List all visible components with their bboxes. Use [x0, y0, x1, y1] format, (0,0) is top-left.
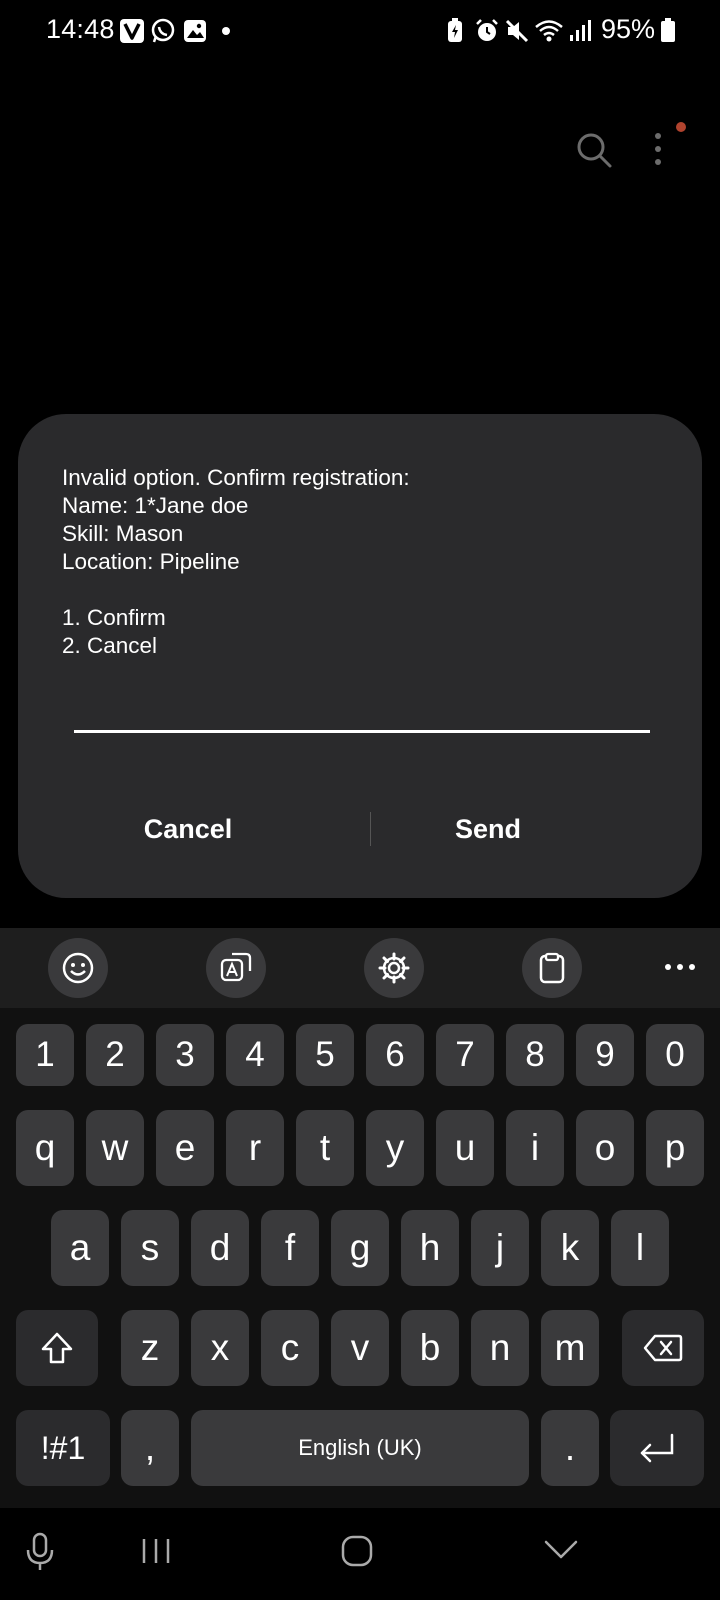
key-n[interactable]: n	[471, 1310, 529, 1386]
key-a[interactable]: a	[51, 1210, 109, 1286]
key-5[interactable]: 5	[296, 1024, 354, 1086]
key-j[interactable]: j	[471, 1210, 529, 1286]
space-key[interactable]: English (UK)	[191, 1410, 529, 1486]
more-options-icon[interactable]	[650, 130, 666, 170]
key-1[interactable]: 1	[16, 1024, 74, 1086]
key-4[interactable]: 4	[226, 1024, 284, 1086]
key-y[interactable]: y	[366, 1110, 424, 1186]
search-icon[interactable]	[574, 130, 614, 170]
emoji-button[interactable]	[48, 938, 108, 998]
symbols-key[interactable]: !#1	[16, 1410, 110, 1486]
status-time: 14:48	[46, 14, 115, 44]
status-bar: 14:48 95%	[0, 0, 720, 64]
emoji-icon	[62, 952, 94, 984]
translate-button[interactable]	[206, 938, 266, 998]
signal-icon	[570, 20, 591, 41]
period-key[interactable]: .	[541, 1410, 599, 1486]
key-u[interactable]: u	[436, 1110, 494, 1186]
key-z[interactable]: z	[121, 1310, 179, 1386]
key-g[interactable]: g	[331, 1210, 389, 1286]
ussd-dialog: Invalid option. Confirm registration: Na…	[18, 414, 702, 898]
home-icon[interactable]	[340, 1534, 374, 1568]
hide-keyboard-icon[interactable]	[543, 1538, 579, 1562]
key-c[interactable]: c	[261, 1310, 319, 1386]
navigation-bar	[0, 1510, 720, 1600]
keyboard-toolbar	[0, 928, 720, 1008]
backspace-icon	[643, 1334, 683, 1362]
key-l[interactable]: l	[611, 1210, 669, 1286]
key-q[interactable]: q	[16, 1110, 74, 1186]
wifi-icon	[535, 20, 563, 42]
dialog-message: Invalid option. Confirm registration: Na…	[62, 465, 410, 658]
button-divider	[370, 812, 371, 846]
key-h[interactable]: h	[401, 1210, 459, 1286]
comma-key[interactable]: ,	[121, 1410, 179, 1486]
mute-icon	[505, 19, 529, 43]
whatsapp-icon	[151, 18, 175, 43]
backspace-key[interactable]	[622, 1310, 704, 1386]
battery-percent: 95%	[601, 14, 656, 44]
key-2[interactable]: 2	[86, 1024, 144, 1086]
key-s[interactable]: s	[121, 1210, 179, 1286]
key-f[interactable]: f	[261, 1210, 319, 1286]
shift-key[interactable]	[16, 1310, 98, 1386]
key-8[interactable]: 8	[506, 1024, 564, 1086]
notification-dot	[676, 122, 686, 132]
key-6[interactable]: 6	[366, 1024, 424, 1086]
alarm-icon	[476, 19, 498, 41]
translate-icon	[220, 952, 252, 982]
key-b[interactable]: b	[401, 1310, 459, 1386]
send-button[interactable]: Send	[388, 804, 588, 854]
key-p[interactable]: p	[646, 1110, 704, 1186]
key-9[interactable]: 9	[576, 1024, 634, 1086]
key-w[interactable]: w	[86, 1110, 144, 1186]
key-k[interactable]: k	[541, 1210, 599, 1286]
key-o[interactable]: o	[576, 1110, 634, 1186]
key-m[interactable]: m	[541, 1310, 599, 1386]
key-r[interactable]: r	[226, 1110, 284, 1186]
microphone-icon[interactable]	[24, 1532, 56, 1572]
more-button[interactable]	[660, 952, 700, 982]
key-d[interactable]: d	[191, 1210, 249, 1286]
gallery-icon	[184, 20, 206, 42]
clipboard-button[interactable]	[522, 938, 582, 998]
more-icon	[665, 964, 695, 970]
enter-icon	[640, 1433, 674, 1463]
enter-key[interactable]	[610, 1410, 704, 1486]
settings-button[interactable]	[364, 938, 424, 998]
battery-saver-icon	[448, 18, 462, 42]
key-3[interactable]: 3	[156, 1024, 214, 1086]
clipboard-icon	[539, 952, 565, 984]
battery-icon	[661, 18, 675, 42]
shift-icon	[41, 1332, 73, 1364]
key-v[interactable]: v	[331, 1310, 389, 1386]
key-i[interactable]: i	[506, 1110, 564, 1186]
key-x[interactable]: x	[191, 1310, 249, 1386]
key-7[interactable]: 7	[436, 1024, 494, 1086]
settings-icon	[378, 952, 410, 984]
key-0[interactable]: 0	[646, 1024, 704, 1086]
key-e[interactable]: e	[156, 1110, 214, 1186]
recents-icon[interactable]	[140, 1536, 172, 1566]
key-t[interactable]: t	[296, 1110, 354, 1186]
reply-input[interactable]	[74, 690, 650, 733]
dot-indicator	[222, 27, 230, 35]
cancel-button[interactable]: Cancel	[88, 804, 288, 854]
v-app-icon	[120, 19, 144, 43]
keyboard: 1 2 3 4 5 6 7 8 9 0 q w e r t y u i o p …	[0, 1008, 720, 1508]
